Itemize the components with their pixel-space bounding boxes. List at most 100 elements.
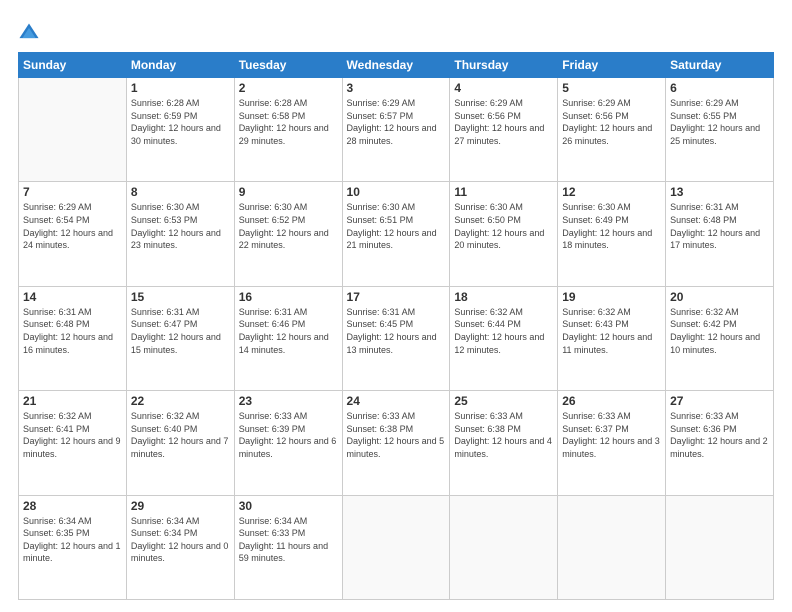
calendar-cell: 18 Sunrise: 6:32 AMSunset: 6:44 PMDayligh… [450, 286, 558, 390]
calendar-cell [450, 495, 558, 599]
day-info: Sunrise: 6:30 AMSunset: 6:52 PMDaylight:… [239, 201, 338, 251]
day-info: Sunrise: 6:32 AMSunset: 6:44 PMDaylight:… [454, 306, 553, 356]
calendar-header-row: SundayMondayTuesdayWednesdayThursdayFrid… [19, 53, 774, 78]
day-info: Sunrise: 6:29 AMSunset: 6:54 PMDaylight:… [23, 201, 122, 251]
day-number: 11 [454, 185, 553, 199]
day-info: Sunrise: 6:32 AMSunset: 6:43 PMDaylight:… [562, 306, 661, 356]
day-number: 9 [239, 185, 338, 199]
calendar-week-2: 14 Sunrise: 6:31 AMSunset: 6:48 PMDayligh… [19, 286, 774, 390]
day-info: Sunrise: 6:32 AMSunset: 6:42 PMDaylight:… [670, 306, 769, 356]
calendar-cell: 6 Sunrise: 6:29 AMSunset: 6:55 PMDaylight… [666, 78, 774, 182]
calendar-cell: 10 Sunrise: 6:30 AMSunset: 6:51 PMDayligh… [342, 182, 450, 286]
day-header-friday: Friday [558, 53, 666, 78]
day-header-wednesday: Wednesday [342, 53, 450, 78]
calendar-cell: 20 Sunrise: 6:32 AMSunset: 6:42 PMDayligh… [666, 286, 774, 390]
calendar-cell: 28 Sunrise: 6:34 AMSunset: 6:35 PMDayligh… [19, 495, 127, 599]
calendar-week-4: 28 Sunrise: 6:34 AMSunset: 6:35 PMDayligh… [19, 495, 774, 599]
day-number: 28 [23, 499, 122, 513]
calendar-week-0: 1Sunrise: 6:28 AMSunset: 6:59 PMDaylight… [19, 78, 774, 182]
day-number: 30 [239, 499, 338, 513]
day-info: Sunrise: 6:29 AMSunset: 6:56 PMDaylight:… [562, 97, 661, 147]
header [18, 18, 774, 44]
calendar-cell: 3 Sunrise: 6:29 AMSunset: 6:57 PMDaylight… [342, 78, 450, 182]
day-info: Sunrise: 6:34 AMSunset: 6:33 PMDaylight:… [239, 515, 338, 565]
day-info: Sunrise: 6:29 AMSunset: 6:55 PMDaylight:… [670, 97, 769, 147]
day-number: 12 [562, 185, 661, 199]
calendar-cell: 25 Sunrise: 6:33 AMSunset: 6:38 PMDayligh… [450, 391, 558, 495]
day-header-tuesday: Tuesday [234, 53, 342, 78]
day-number: 4 [454, 81, 553, 95]
calendar-table: SundayMondayTuesdayWednesdayThursdayFrid… [18, 52, 774, 600]
calendar-cell: 27 Sunrise: 6:33 AMSunset: 6:36 PMDayligh… [666, 391, 774, 495]
day-number: 3 [347, 81, 446, 95]
day-info: Sunrise: 6:30 AMSunset: 6:53 PMDaylight:… [131, 201, 230, 251]
day-info: Sunrise: 6:34 AMSunset: 6:34 PMDaylight:… [131, 515, 230, 565]
calendar-cell: 13Sunrise: 6:31 AMSunset: 6:48 PMDayligh… [666, 182, 774, 286]
page: SundayMondayTuesdayWednesdayThursdayFrid… [0, 0, 792, 612]
calendar-cell: 1Sunrise: 6:28 AMSunset: 6:59 PMDaylight… [126, 78, 234, 182]
calendar-cell: 21 Sunrise: 6:32 AMSunset: 6:41 PMDayligh… [19, 391, 127, 495]
day-info: Sunrise: 6:31 AMSunset: 6:48 PMDaylight:… [23, 306, 122, 356]
day-number: 26 [562, 394, 661, 408]
calendar-cell: 29Sunrise: 6:34 AMSunset: 6:34 PMDayligh… [126, 495, 234, 599]
day-number: 5 [562, 81, 661, 95]
day-info: Sunrise: 6:29 AMSunset: 6:56 PMDaylight:… [454, 97, 553, 147]
day-number: 10 [347, 185, 446, 199]
calendar-cell: 19Sunrise: 6:32 AMSunset: 6:43 PMDayligh… [558, 286, 666, 390]
calendar-cell: 5 Sunrise: 6:29 AMSunset: 6:56 PMDaylight… [558, 78, 666, 182]
day-number: 18 [454, 290, 553, 304]
day-number: 23 [239, 394, 338, 408]
day-number: 7 [23, 185, 122, 199]
calendar-cell: 15Sunrise: 6:31 AMSunset: 6:47 PMDayligh… [126, 286, 234, 390]
day-info: Sunrise: 6:31 AMSunset: 6:45 PMDaylight:… [347, 306, 446, 356]
logo-icon [18, 22, 40, 44]
calendar-cell: 24Sunrise: 6:33 AMSunset: 6:38 PMDayligh… [342, 391, 450, 495]
day-info: Sunrise: 6:29 AMSunset: 6:57 PMDaylight:… [347, 97, 446, 147]
day-info: Sunrise: 6:33 AMSunset: 6:38 PMDaylight:… [454, 410, 553, 460]
day-number: 15 [131, 290, 230, 304]
calendar-cell: 30 Sunrise: 6:34 AMSunset: 6:33 PMDayligh… [234, 495, 342, 599]
day-info: Sunrise: 6:33 AMSunset: 6:36 PMDaylight:… [670, 410, 769, 460]
day-number: 8 [131, 185, 230, 199]
day-info: Sunrise: 6:30 AMSunset: 6:51 PMDaylight:… [347, 201, 446, 251]
calendar-cell: 9 Sunrise: 6:30 AMSunset: 6:52 PMDaylight… [234, 182, 342, 286]
day-info: Sunrise: 6:31 AMSunset: 6:46 PMDaylight:… [239, 306, 338, 356]
calendar-cell: 12Sunrise: 6:30 AMSunset: 6:49 PMDayligh… [558, 182, 666, 286]
calendar-cell: 8 Sunrise: 6:30 AMSunset: 6:53 PMDaylight… [126, 182, 234, 286]
calendar-cell: 14 Sunrise: 6:31 AMSunset: 6:48 PMDayligh… [19, 286, 127, 390]
day-number: 21 [23, 394, 122, 408]
calendar-cell: 4 Sunrise: 6:29 AMSunset: 6:56 PMDaylight… [450, 78, 558, 182]
day-number: 2 [239, 81, 338, 95]
day-info: Sunrise: 6:32 AMSunset: 6:41 PMDaylight:… [23, 410, 122, 460]
calendar-cell [666, 495, 774, 599]
day-header-saturday: Saturday [666, 53, 774, 78]
calendar-week-3: 21 Sunrise: 6:32 AMSunset: 6:41 PMDayligh… [19, 391, 774, 495]
day-number: 22 [131, 394, 230, 408]
day-info: Sunrise: 6:34 AMSunset: 6:35 PMDaylight:… [23, 515, 122, 565]
calendar-cell: 2Sunrise: 6:28 AMSunset: 6:58 PMDaylight… [234, 78, 342, 182]
day-info: Sunrise: 6:33 AMSunset: 6:38 PMDaylight:… [347, 410, 446, 460]
calendar-cell [342, 495, 450, 599]
calendar-week-1: 7 Sunrise: 6:29 AMSunset: 6:54 PMDaylight… [19, 182, 774, 286]
day-header-thursday: Thursday [450, 53, 558, 78]
calendar-cell: 7 Sunrise: 6:29 AMSunset: 6:54 PMDaylight… [19, 182, 127, 286]
calendar-cell: 26Sunrise: 6:33 AMSunset: 6:37 PMDayligh… [558, 391, 666, 495]
calendar-cell: 17 Sunrise: 6:31 AMSunset: 6:45 PMDayligh… [342, 286, 450, 390]
day-number: 13 [670, 185, 769, 199]
day-info: Sunrise: 6:28 AMSunset: 6:59 PMDaylight:… [131, 97, 230, 147]
calendar-cell: 11 Sunrise: 6:30 AMSunset: 6:50 PMDayligh… [450, 182, 558, 286]
calendar-cell: 22 Sunrise: 6:32 AMSunset: 6:40 PMDayligh… [126, 391, 234, 495]
day-number: 27 [670, 394, 769, 408]
calendar-cell: 23 Sunrise: 6:33 AMSunset: 6:39 PMDayligh… [234, 391, 342, 495]
calendar-cell [19, 78, 127, 182]
day-number: 25 [454, 394, 553, 408]
day-number: 6 [670, 81, 769, 95]
day-info: Sunrise: 6:30 AMSunset: 6:50 PMDaylight:… [454, 201, 553, 251]
day-number: 16 [239, 290, 338, 304]
calendar-cell: 16 Sunrise: 6:31 AMSunset: 6:46 PMDayligh… [234, 286, 342, 390]
day-number: 20 [670, 290, 769, 304]
day-info: Sunrise: 6:32 AMSunset: 6:40 PMDaylight:… [131, 410, 230, 460]
day-info: Sunrise: 6:33 AMSunset: 6:39 PMDaylight:… [239, 410, 338, 460]
day-number: 14 [23, 290, 122, 304]
day-number: 17 [347, 290, 446, 304]
